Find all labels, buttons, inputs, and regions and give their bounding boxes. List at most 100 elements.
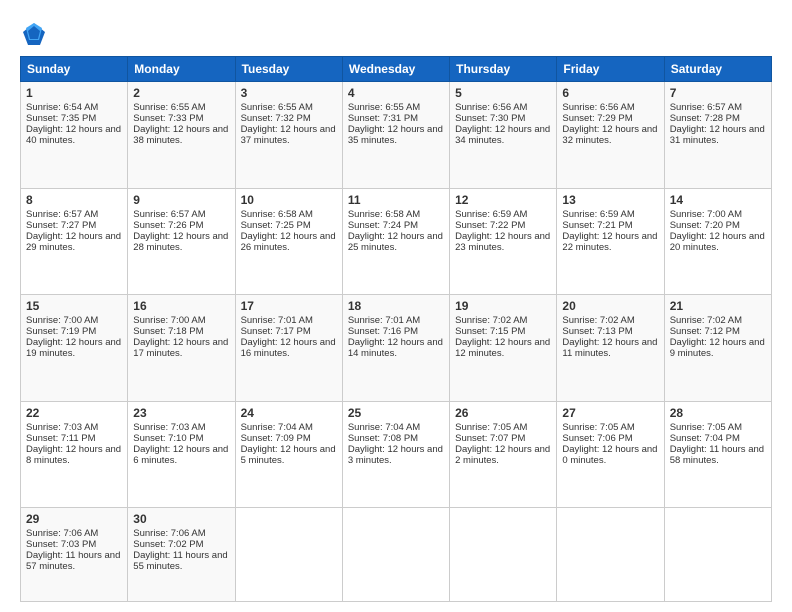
sunset-text: Sunset: 7:30 PM [455,113,525,124]
daylight-text: Daylight: 12 hours and 9 minutes. [670,337,765,359]
calendar-cell: 11 Sunrise: 6:58 AM Sunset: 7:24 PM Dayl… [342,188,449,295]
daylight-text: Daylight: 12 hours and 5 minutes. [241,444,336,466]
sunset-text: Sunset: 7:04 PM [670,433,740,444]
calendar-cell [664,508,771,602]
sunrise-text: Sunrise: 7:05 AM [562,422,634,433]
sunrise-text: Sunrise: 7:00 AM [133,315,205,326]
sunrise-text: Sunrise: 7:02 AM [562,315,634,326]
daylight-text: Daylight: 12 hours and 35 minutes. [348,124,443,146]
sunset-text: Sunset: 7:08 PM [348,433,418,444]
sunset-text: Sunset: 7:33 PM [133,113,203,124]
day-number: 26 [455,406,551,420]
day-number: 9 [133,193,229,207]
daylight-text: Daylight: 11 hours and 55 minutes. [133,550,227,572]
day-number: 1 [26,86,122,100]
calendar-cell: 22 Sunrise: 7:03 AM Sunset: 7:11 PM Dayl… [21,401,128,508]
daylight-text: Daylight: 12 hours and 14 minutes. [348,337,443,359]
sunrise-text: Sunrise: 6:58 AM [241,209,313,220]
sunrise-text: Sunrise: 6:59 AM [455,209,527,220]
day-header-tuesday: Tuesday [235,57,342,82]
sunrise-text: Sunrise: 7:06 AM [26,528,98,539]
day-number: 18 [348,299,444,313]
day-number: 13 [562,193,658,207]
sunset-text: Sunset: 7:32 PM [241,113,311,124]
sunset-text: Sunset: 7:22 PM [455,220,525,231]
calendar-page: SundayMondayTuesdayWednesdayThursdayFrid… [0,0,792,612]
sunset-text: Sunset: 7:16 PM [348,326,418,337]
sunrise-text: Sunrise: 6:57 AM [133,209,205,220]
day-number: 23 [133,406,229,420]
sunset-text: Sunset: 7:35 PM [26,113,96,124]
day-number: 24 [241,406,337,420]
calendar-cell: 30 Sunrise: 7:06 AM Sunset: 7:02 PM Dayl… [128,508,235,602]
day-number: 10 [241,193,337,207]
day-header-monday: Monday [128,57,235,82]
sunrise-text: Sunrise: 6:58 AM [348,209,420,220]
week-row-3: 15 Sunrise: 7:00 AM Sunset: 7:19 PM Dayl… [21,295,772,402]
calendar-cell: 29 Sunrise: 7:06 AM Sunset: 7:03 PM Dayl… [21,508,128,602]
daylight-text: Daylight: 12 hours and 40 minutes. [26,124,121,146]
day-number: 16 [133,299,229,313]
calendar-cell: 23 Sunrise: 7:03 AM Sunset: 7:10 PM Dayl… [128,401,235,508]
sunset-text: Sunset: 7:10 PM [133,433,203,444]
sunrise-text: Sunrise: 7:00 AM [26,315,98,326]
day-number: 21 [670,299,766,313]
calendar-cell [235,508,342,602]
daylight-text: Daylight: 12 hours and 16 minutes. [241,337,336,359]
calendar-cell: 8 Sunrise: 6:57 AM Sunset: 7:27 PM Dayli… [21,188,128,295]
daylight-text: Daylight: 11 hours and 58 minutes. [670,444,764,466]
daylight-text: Daylight: 12 hours and 8 minutes. [26,444,121,466]
calendar-cell: 3 Sunrise: 6:55 AM Sunset: 7:32 PM Dayli… [235,82,342,189]
daylight-text: Daylight: 12 hours and 34 minutes. [455,124,550,146]
day-number: 8 [26,193,122,207]
daylight-text: Daylight: 12 hours and 32 minutes. [562,124,657,146]
sunrise-text: Sunrise: 7:00 AM [670,209,742,220]
calendar-cell: 6 Sunrise: 6:56 AM Sunset: 7:29 PM Dayli… [557,82,664,189]
daylight-text: Daylight: 12 hours and 11 minutes. [562,337,657,359]
calendar-cell: 2 Sunrise: 6:55 AM Sunset: 7:33 PM Dayli… [128,82,235,189]
sunset-text: Sunset: 7:09 PM [241,433,311,444]
sunrise-text: Sunrise: 6:57 AM [670,102,742,113]
day-header-sunday: Sunday [21,57,128,82]
sunset-text: Sunset: 7:27 PM [26,220,96,231]
day-header-thursday: Thursday [450,57,557,82]
day-number: 20 [562,299,658,313]
sunset-text: Sunset: 7:24 PM [348,220,418,231]
day-number: 25 [348,406,444,420]
calendar-cell: 28 Sunrise: 7:05 AM Sunset: 7:04 PM Dayl… [664,401,771,508]
sunrise-text: Sunrise: 7:01 AM [241,315,313,326]
daylight-text: Daylight: 12 hours and 6 minutes. [133,444,228,466]
sunset-text: Sunset: 7:18 PM [133,326,203,337]
daylight-text: Daylight: 11 hours and 57 minutes. [26,550,120,572]
sunset-text: Sunset: 7:31 PM [348,113,418,124]
sunrise-text: Sunrise: 7:04 AM [348,422,420,433]
logo [20,20,52,48]
daylight-text: Daylight: 12 hours and 23 minutes. [455,231,550,253]
daylight-text: Daylight: 12 hours and 19 minutes. [26,337,121,359]
sunrise-text: Sunrise: 6:59 AM [562,209,634,220]
sunset-text: Sunset: 7:21 PM [562,220,632,231]
calendar-cell: 5 Sunrise: 6:56 AM Sunset: 7:30 PM Dayli… [450,82,557,189]
day-number: 19 [455,299,551,313]
calendar-cell: 24 Sunrise: 7:04 AM Sunset: 7:09 PM Dayl… [235,401,342,508]
day-number: 7 [670,86,766,100]
daylight-text: Daylight: 12 hours and 20 minutes. [670,231,765,253]
day-number: 11 [348,193,444,207]
day-number: 12 [455,193,551,207]
sunset-text: Sunset: 7:26 PM [133,220,203,231]
calendar-cell [557,508,664,602]
daylight-text: Daylight: 12 hours and 28 minutes. [133,231,228,253]
calendar-cell: 12 Sunrise: 6:59 AM Sunset: 7:22 PM Dayl… [450,188,557,295]
day-number: 4 [348,86,444,100]
sunset-text: Sunset: 7:25 PM [241,220,311,231]
day-number: 29 [26,512,122,526]
calendar-cell: 26 Sunrise: 7:05 AM Sunset: 7:07 PM Dayl… [450,401,557,508]
logo-icon [20,20,48,48]
sunset-text: Sunset: 7:28 PM [670,113,740,124]
calendar-cell: 1 Sunrise: 6:54 AM Sunset: 7:35 PM Dayli… [21,82,128,189]
calendar-table: SundayMondayTuesdayWednesdayThursdayFrid… [20,56,772,602]
calendar-cell: 17 Sunrise: 7:01 AM Sunset: 7:17 PM Dayl… [235,295,342,402]
day-number: 17 [241,299,337,313]
day-number: 27 [562,406,658,420]
sunset-text: Sunset: 7:20 PM [670,220,740,231]
